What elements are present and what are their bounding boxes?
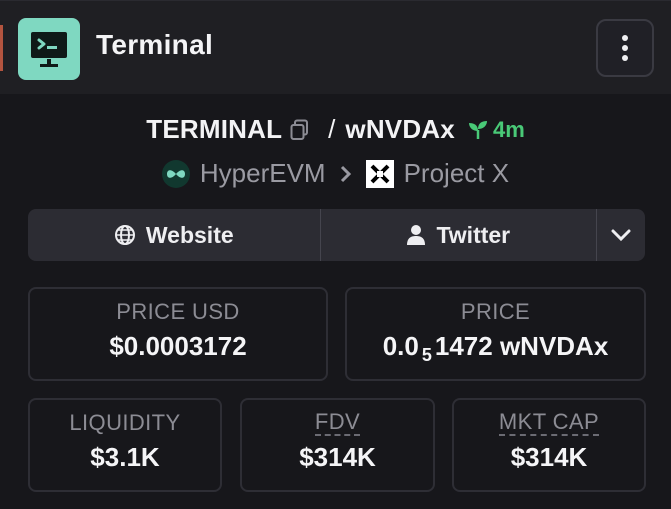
quote-symbol: wNVDAx [345, 114, 455, 144]
app-title: Terminal [96, 29, 214, 60]
liquidity-label: LIQUIDITY [69, 410, 181, 435]
fdv-card[interactable]: FDV $314K [240, 398, 435, 492]
price-card: PRICE 0.0 5 1472 wNVDAx [345, 287, 646, 381]
website-label: Website [145, 221, 234, 248]
accent-strip [0, 25, 3, 71]
app-header: Terminal [0, 0, 671, 94]
token-symbol: TERMINAL [146, 114, 283, 144]
price-usd-card: PRICE USD $0.0003172 [28, 287, 328, 381]
mktcap-label: MKT CAP [498, 409, 600, 436]
mktcap-value: $314K [510, 442, 588, 472]
user-icon [407, 225, 426, 245]
website-button[interactable]: Website [28, 209, 321, 261]
fdv-label: FDV [314, 409, 361, 436]
liquidity-card: LIQUIDITY $3.1K [28, 398, 222, 492]
price-value: 0.0 5 1472 wNVDAx [347, 331, 644, 365]
sprout-icon [468, 120, 487, 139]
dex-name[interactable]: Project X [404, 158, 510, 189]
more-vertical-icon-dot [622, 45, 628, 51]
chain-breadcrumb: HyperEVM Project X [0, 158, 671, 189]
pair-age: 4m [467, 117, 525, 143]
price-tail: 1472 wNVDAx [434, 331, 609, 361]
twitter-label: Twitter [436, 221, 511, 248]
more-menu-button[interactable] [596, 19, 654, 77]
price-usd-label: PRICE USD [116, 299, 240, 324]
price-usd-value: $0.0003172 [109, 331, 247, 361]
token-pair: TERMINAL / wNVDAx 4m [0, 114, 671, 145]
more-vertical-icon [622, 35, 628, 41]
network-name[interactable]: HyperEVM [200, 158, 326, 189]
price-label: PRICE [460, 299, 531, 324]
links-bar: Website Twitter [28, 209, 645, 261]
hyperevm-icon [161, 159, 190, 188]
mktcap-card[interactable]: MKT CAP $314K [452, 398, 646, 492]
liquidity-value: $3.1K [90, 442, 160, 472]
chevron-down-icon [611, 229, 631, 242]
more-links-button[interactable] [597, 209, 645, 261]
fdv-value: $314K [299, 442, 376, 472]
price-zero-count: 5 [421, 345, 432, 365]
token-panel: TERMINAL / wNVDAx 4m HyperEVM Project X … [0, 94, 671, 509]
age-text: 4m [492, 116, 525, 142]
pair-separator: / [328, 114, 336, 144]
more-vertical-icon-dot [622, 55, 628, 61]
price-lead: 0.0 [382, 331, 419, 361]
chevron-right-icon [340, 165, 352, 183]
terminal-icon [18, 18, 80, 80]
globe-icon [114, 225, 135, 245]
copy-icon[interactable] [290, 119, 310, 141]
twitter-button[interactable]: Twitter [321, 209, 598, 261]
project-x-icon [365, 159, 394, 188]
